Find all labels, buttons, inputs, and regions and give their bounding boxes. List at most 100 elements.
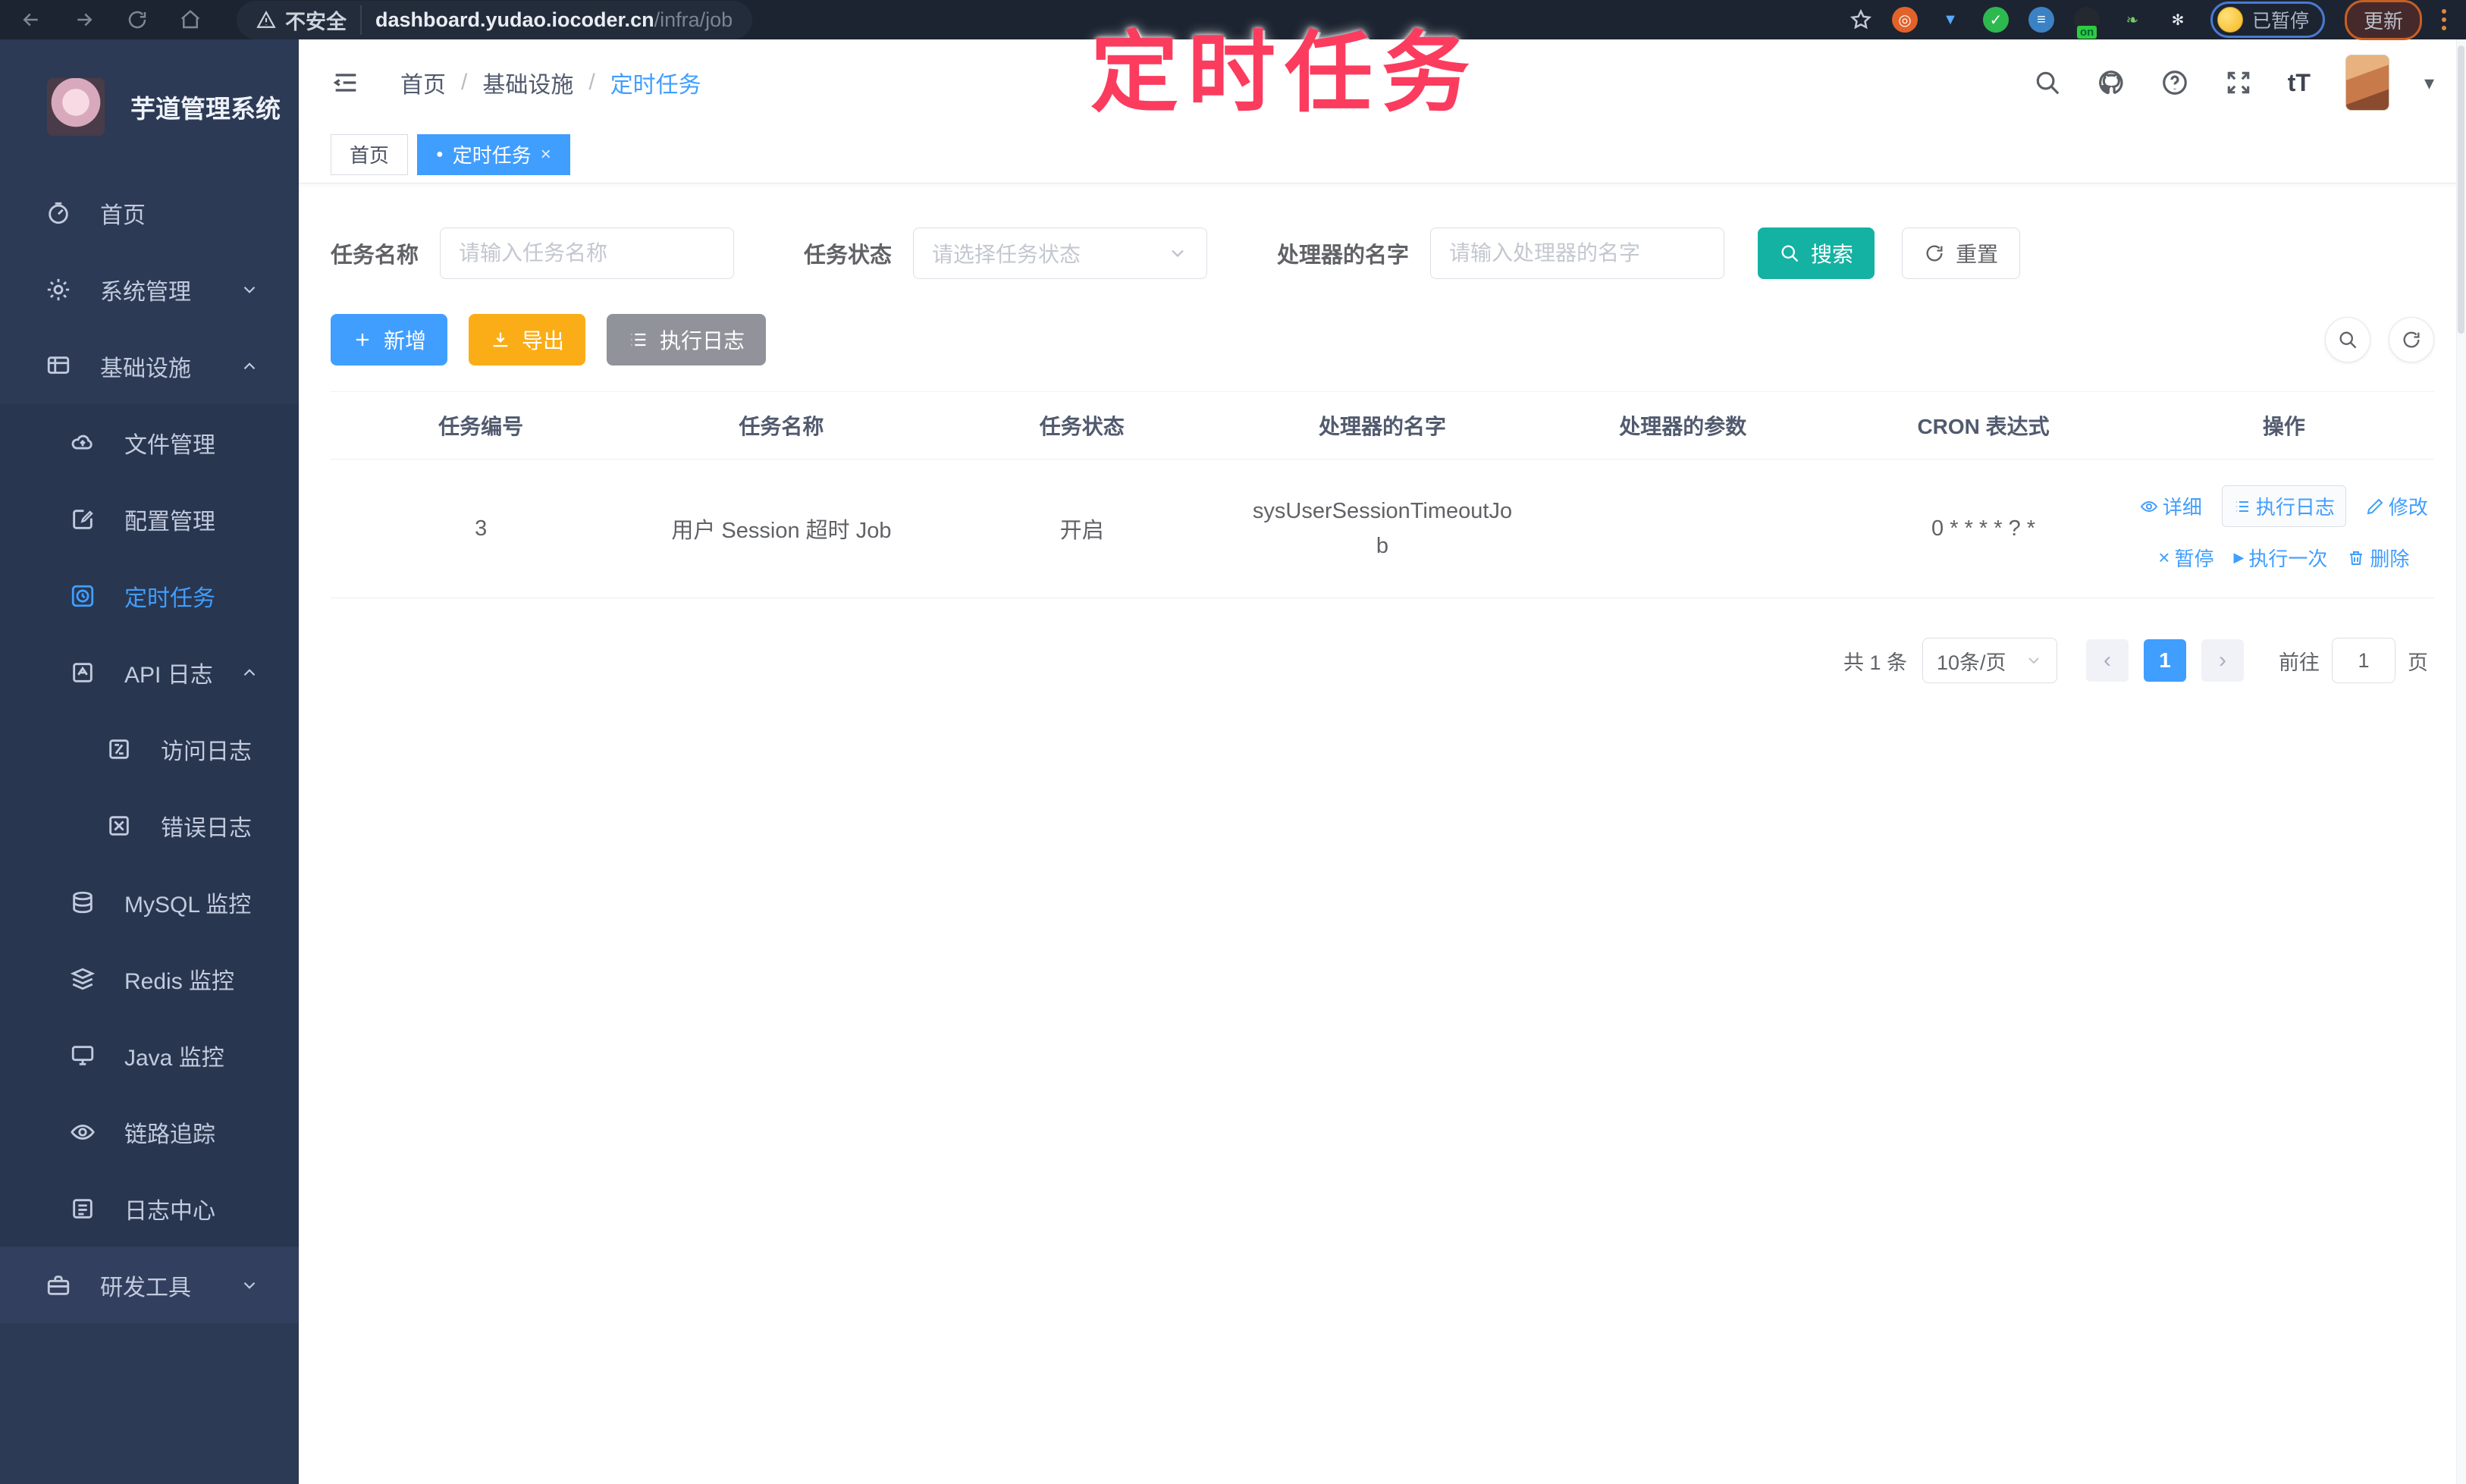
tab-home[interactable]: 首页 bbox=[331, 133, 409, 175]
bookmark-star-icon[interactable] bbox=[1850, 8, 1872, 31]
profile-paused-pill[interactable]: 已暂停 bbox=[2210, 2, 2325, 38]
profile-emoji-icon bbox=[2217, 7, 2243, 33]
column-header: 任务编号 bbox=[331, 392, 632, 460]
sidebar-item-job[interactable]: 定时任务 bbox=[0, 557, 299, 634]
chevron-down-icon bbox=[1167, 243, 1188, 264]
extension-orange-icon[interactable]: ◎ bbox=[1891, 7, 1918, 33]
font-size-icon[interactable]: tT bbox=[2288, 69, 2311, 97]
app-title: 芋道管理系统 bbox=[130, 95, 281, 123]
breadcrumb-separator: / bbox=[461, 70, 468, 95]
sidebar-item-java[interactable]: Java 监控 bbox=[0, 1017, 299, 1093]
pencil-icon bbox=[2366, 497, 2384, 516]
browser-extensions-area: ◎ ▼ ✓ ≡ on ❧ ✻ 已暂停 更新 bbox=[1850, 0, 2446, 40]
job-status-select[interactable]: 请选择任务状态 bbox=[913, 227, 1208, 279]
address-bar[interactable]: 不安全 dashboard.yudao.iocoder.cn/infra/job bbox=[237, 0, 753, 39]
update-button[interactable]: 更新 bbox=[2344, 0, 2422, 40]
sidebar-item-infra[interactable]: 基础设施 bbox=[0, 328, 299, 404]
extension-drop-icon[interactable]: ▼ bbox=[1937, 7, 1963, 33]
prev-page-button[interactable]: ‹ bbox=[2086, 639, 2129, 682]
sidebar-item-label: 文件管理 bbox=[124, 432, 215, 458]
chevron-down-icon bbox=[240, 280, 259, 300]
job-status-placeholder: 请选择任务状态 bbox=[932, 243, 1081, 266]
back-icon[interactable] bbox=[20, 8, 42, 31]
caret-down-icon[interactable]: ▾ bbox=[2424, 71, 2434, 95]
sidebar-collapse-icon[interactable] bbox=[331, 67, 361, 98]
sidebar-item-access-log[interactable]: 访问日志 bbox=[0, 711, 299, 787]
forward-icon[interactable] bbox=[73, 8, 96, 31]
tab-job[interactable]: ● 定时任务 × bbox=[417, 133, 570, 175]
cell-cron: 0 * * * * ? * bbox=[1833, 460, 2134, 598]
delete-link[interactable]: 删除 bbox=[2347, 544, 2409, 572]
toolbox-icon bbox=[45, 1272, 71, 1298]
list-icon bbox=[628, 329, 649, 350]
cell-job-name: 用户 Session 超时 Job bbox=[631, 460, 932, 598]
plus-icon bbox=[352, 329, 373, 350]
table-header-row: 任务编号 任务名称 任务状态 处理器的名字 处理器的参数 CRON 表达式 操作 bbox=[331, 392, 2434, 460]
cell-actions: 详细 执行日志 修改 × 暂停 ▶ 执行一次 删除 bbox=[2133, 460, 2434, 598]
search-icon bbox=[1779, 243, 1800, 264]
sidebar-item-home[interactable]: 首页 bbox=[0, 174, 299, 251]
infrastructure-icon bbox=[45, 353, 71, 379]
fullscreen-icon[interactable] bbox=[2224, 68, 2253, 97]
execution-log-button[interactable]: 执行日志 bbox=[607, 314, 767, 366]
chevron-down-icon bbox=[2025, 651, 2043, 670]
edit-link[interactable]: 修改 bbox=[2366, 492, 2428, 520]
goto-page-input[interactable] bbox=[2332, 638, 2395, 683]
breadcrumb-item[interactable]: 基础设施 bbox=[482, 66, 573, 99]
extension-leaf-icon[interactable]: ❧ bbox=[2119, 7, 2145, 33]
sidebar: 芋道管理系统 首页 系统管理 基础设施 文件管理 配置管理 定时任务 API 日… bbox=[0, 39, 299, 1484]
pause-link-label: 暂停 bbox=[2174, 547, 2214, 570]
sidebar-item-system[interactable]: 系统管理 bbox=[0, 251, 299, 328]
search-icon[interactable] bbox=[2033, 68, 2062, 97]
extension-flower-icon[interactable]: ✻ bbox=[2165, 7, 2191, 33]
help-icon[interactable] bbox=[2160, 68, 2189, 97]
next-page-button[interactable]: › bbox=[2201, 639, 2244, 682]
sidebar-item-devtools[interactable]: 研发工具 bbox=[0, 1247, 299, 1323]
chevron-down-icon bbox=[240, 1275, 259, 1295]
sidebar-item-config[interactable]: 配置管理 bbox=[0, 481, 299, 557]
list-icon bbox=[2233, 497, 2251, 516]
mysql-icon bbox=[70, 889, 96, 915]
sidebar-logo-row[interactable]: 芋道管理系统 bbox=[0, 39, 299, 174]
close-icon[interactable]: × bbox=[541, 144, 551, 165]
sidebar-item-log-center[interactable]: 日志中心 bbox=[0, 1170, 299, 1247]
pause-link[interactable]: × 暂停 bbox=[2158, 544, 2213, 572]
reload-icon[interactable] bbox=[126, 8, 149, 31]
extension-check-icon[interactable]: ✓ bbox=[1982, 7, 2009, 33]
detail-link[interactable]: 详细 bbox=[2140, 492, 2202, 520]
sidebar-item-error-log[interactable]: 错误日志 bbox=[0, 787, 299, 864]
reset-button[interactable]: 重置 bbox=[1902, 227, 2021, 279]
sidebar-item-api-log[interactable]: API 日志 bbox=[0, 634, 299, 711]
sidebar-item-label: 日志中心 bbox=[124, 1198, 215, 1224]
page-scrollbar[interactable] bbox=[2456, 39, 2466, 1484]
page-number-button[interactable]: 1 bbox=[2144, 639, 2186, 682]
user-avatar[interactable] bbox=[2345, 55, 2389, 111]
sidebar-item-redis[interactable]: Redis 监控 bbox=[0, 940, 299, 1017]
run-once-link[interactable]: ▶ 执行一次 bbox=[2234, 544, 2328, 572]
sidebar-item-trace[interactable]: 链路追踪 bbox=[0, 1093, 299, 1170]
extension-blue-icon[interactable]: ≡ bbox=[2028, 7, 2054, 33]
goto-page-unit: 页 bbox=[2408, 651, 2428, 674]
job-log-link[interactable]: 执行日志 bbox=[2221, 485, 2346, 527]
search-button[interactable]: 搜索 bbox=[1758, 227, 1875, 279]
pause-icon: × bbox=[2158, 546, 2170, 569]
handler-name-input[interactable] bbox=[1430, 227, 1725, 279]
browser-menu-icon[interactable] bbox=[2442, 9, 2446, 30]
breadcrumb-item[interactable]: 首页 bbox=[400, 66, 446, 99]
add-button[interactable]: 新增 bbox=[331, 314, 448, 366]
security-indicator[interactable]: 不安全 bbox=[256, 5, 362, 35]
sidebar-item-mysql[interactable]: MySQL 监控 bbox=[0, 864, 299, 940]
job-name-input[interactable] bbox=[440, 227, 735, 279]
extension-on-badge-icon[interactable]: on bbox=[2073, 7, 2100, 39]
scrollbar-thumb[interactable] bbox=[2458, 45, 2464, 334]
export-button[interactable]: 导出 bbox=[469, 314, 586, 366]
total-count: 共 1 条 bbox=[1843, 651, 1907, 674]
page-size-select[interactable]: 10条/页 bbox=[1922, 638, 2057, 683]
show-search-button[interactable] bbox=[2325, 317, 2370, 362]
home-icon[interactable] bbox=[179, 8, 202, 31]
sidebar-item-file[interactable]: 文件管理 bbox=[0, 404, 299, 481]
paused-label: 已暂停 bbox=[2251, 11, 2309, 32]
refresh-table-button[interactable] bbox=[2389, 317, 2434, 362]
sidebar-item-label: API 日志 bbox=[124, 662, 213, 688]
github-icon[interactable] bbox=[2097, 68, 2126, 97]
